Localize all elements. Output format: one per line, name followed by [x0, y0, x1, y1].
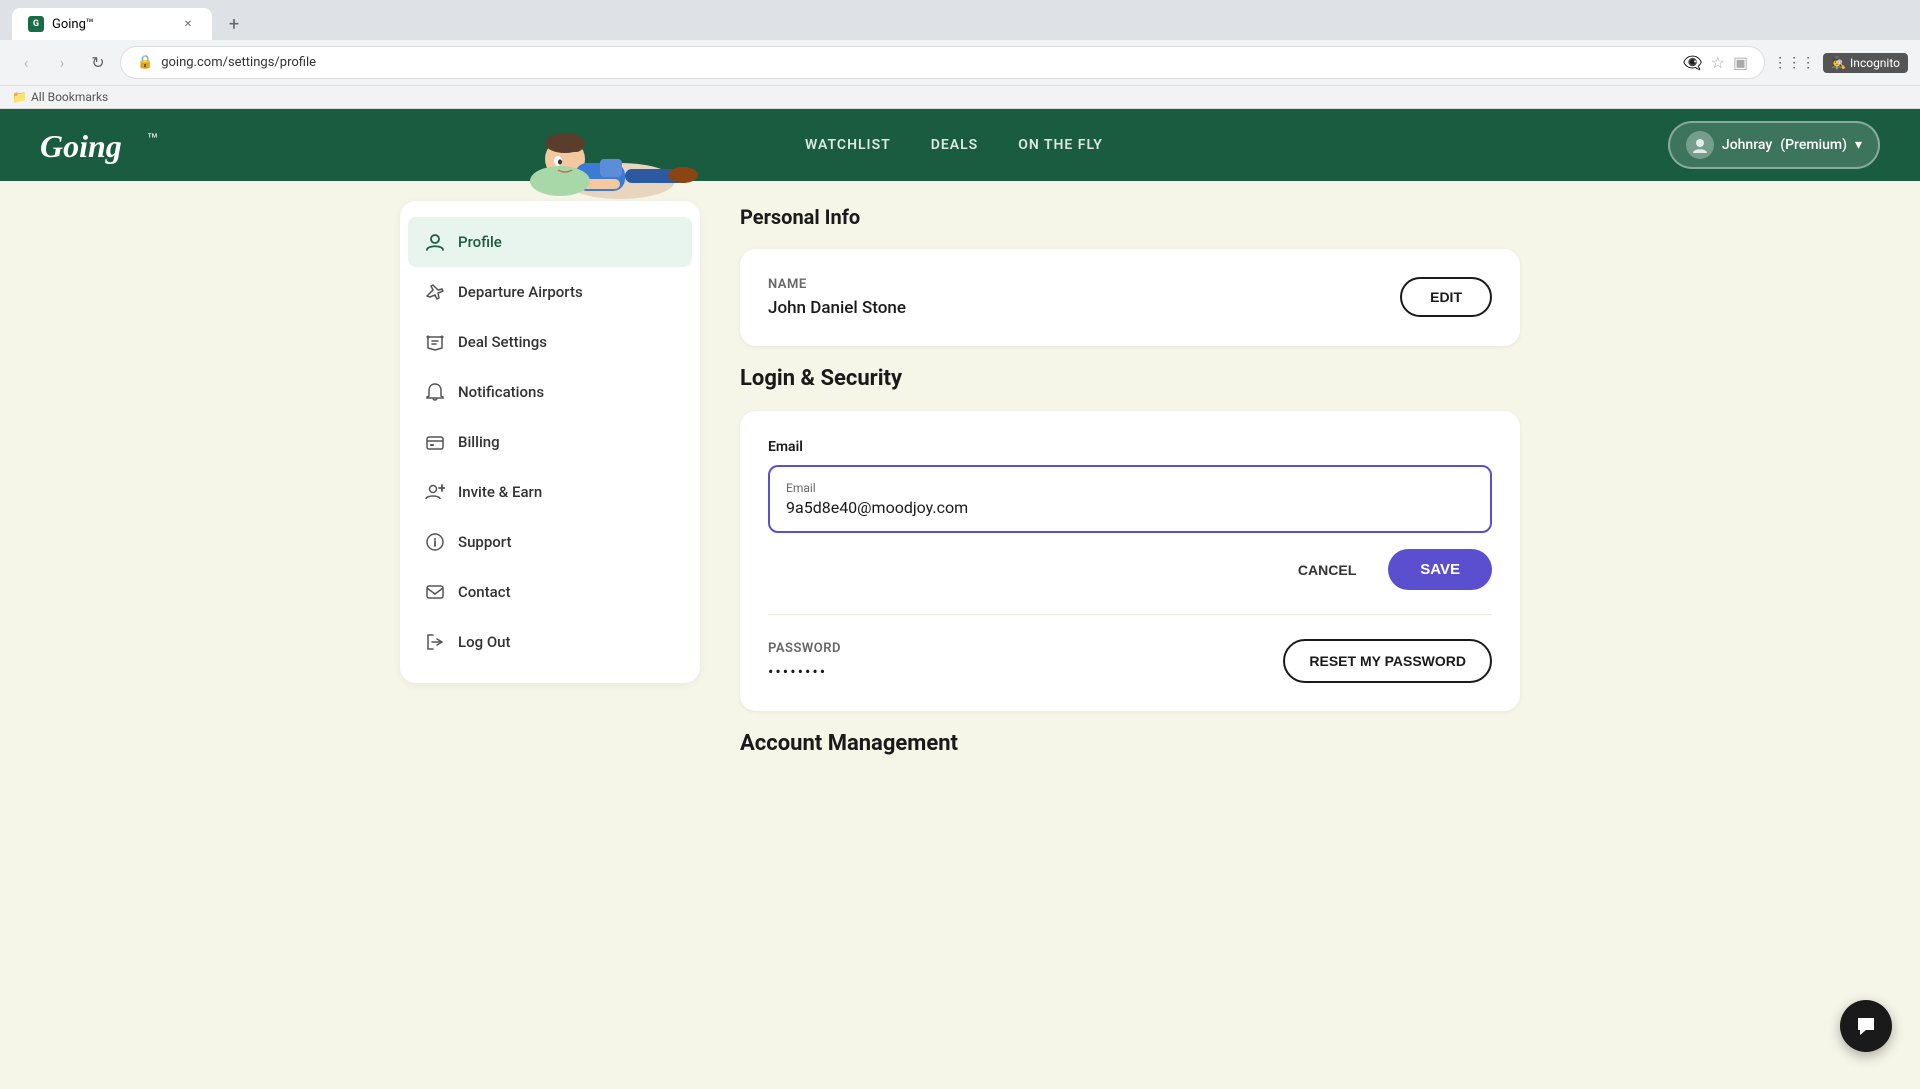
- support-icon: [424, 531, 446, 553]
- sidebar-item-deal-settings-label: Deal Settings: [458, 333, 547, 351]
- app-container: Going ™ WATCHLIST DEALS ON THE FLY Johnr…: [0, 109, 1920, 1089]
- sidebar-container: Profile Departure Airports Deal Settings: [400, 201, 700, 1089]
- chat-button[interactable]: [1840, 1000, 1892, 1052]
- new-tab-button[interactable]: +: [220, 10, 248, 38]
- notifications-icon: [424, 381, 446, 403]
- email-card: Email Email 9a5d8e40@moodjoy.com CANCEL …: [740, 411, 1520, 711]
- card-divider: [768, 614, 1492, 615]
- reset-password-button[interactable]: RESET MY PASSWORD: [1283, 639, 1492, 683]
- user-avatar: [1686, 131, 1714, 159]
- name-card: Name John Daniel Stone EDIT: [740, 249, 1520, 346]
- sidebar-item-departure-airports-label: Departure Airports: [458, 283, 583, 301]
- name-info: Name John Daniel Stone: [768, 277, 906, 318]
- sidebar-item-profile[interactable]: Profile: [408, 217, 692, 267]
- login-security-title: Login & Security: [740, 366, 1520, 391]
- sidebar-item-departure-airports[interactable]: Departure Airports: [400, 267, 700, 317]
- browser-right-icons: ⋮⋮⋮ 🕵 Incognito: [1773, 53, 1908, 73]
- sidebar-item-log-out-label: Log Out: [458, 633, 511, 651]
- email-input-wrapper[interactable]: Email 9a5d8e40@moodjoy.com: [768, 465, 1492, 533]
- name-label: Name: [768, 277, 906, 292]
- tab-title: Going™: [52, 17, 94, 32]
- url-display: going.com/settings/profile: [161, 55, 316, 70]
- billing-icon: [424, 431, 446, 453]
- tab-close-button[interactable]: ✕: [180, 16, 196, 32]
- sidebar-illustration: [510, 91, 720, 211]
- address-bar-icons: 👁‍🗨 ☆ ▣: [1683, 53, 1748, 72]
- logo[interactable]: Going ™: [40, 123, 180, 167]
- profile-icon: [424, 231, 446, 253]
- tab-favicon: G: [28, 16, 44, 32]
- sidebar: Profile Departure Airports Deal Settings: [400, 201, 700, 683]
- svg-text:Going: Going: [40, 128, 122, 164]
- email-field-section: Email Email 9a5d8e40@moodjoy.com CANCEL …: [768, 439, 1492, 590]
- user-menu-button[interactable]: Johnray (Premium) ▾: [1668, 121, 1880, 169]
- edit-name-button[interactable]: EDIT: [1400, 277, 1492, 317]
- sidebar-item-billing[interactable]: Billing: [400, 417, 700, 467]
- user-name: Johnray: [1722, 137, 1772, 153]
- user-chevron-icon: ▾: [1855, 137, 1862, 153]
- name-value: John Daniel Stone: [768, 298, 906, 318]
- sidebar-item-contact[interactable]: Contact: [400, 567, 700, 617]
- svg-text:™: ™: [147, 132, 158, 144]
- email-section-label: Email: [768, 439, 1492, 455]
- nav-deals[interactable]: DEALS: [931, 129, 978, 161]
- browser-title-bar: G Going™ ✕ +: [0, 0, 1920, 40]
- sidebar-item-support[interactable]: Support: [400, 517, 700, 567]
- password-label: Password: [768, 641, 841, 656]
- logo-svg: Going ™: [40, 123, 180, 167]
- sidebar-item-profile-label: Profile: [458, 233, 502, 251]
- invite-earn-icon: [424, 481, 446, 503]
- sidebar-item-notifications[interactable]: Notifications: [400, 367, 700, 417]
- browser-chrome: G Going™ ✕ + ‹ › ↻ 🔒 going.com/settings/…: [0, 0, 1920, 109]
- chat-icon: [1854, 1014, 1878, 1038]
- departure-airports-icon: [424, 281, 446, 303]
- main-content: Personal Info Name John Daniel Stone EDI…: [740, 181, 1520, 1089]
- email-input-value: 9a5d8e40@moodjoy.com: [786, 498, 1474, 517]
- app-header: Going ™ WATCHLIST DEALS ON THE FLY Johnr…: [0, 109, 1920, 181]
- sidebar-item-notifications-label: Notifications: [458, 383, 544, 401]
- password-row: Password •••••••• RESET MY PASSWORD: [768, 639, 1492, 683]
- sidebar-item-invite-earn-label: Invite & Earn: [458, 483, 542, 501]
- contact-icon: [424, 581, 446, 603]
- name-card-row: Name John Daniel Stone EDIT: [768, 277, 1492, 318]
- bookmarks-bar: 📁 All Bookmarks: [0, 85, 1920, 108]
- page-body: Profile Departure Airports Deal Settings: [360, 181, 1560, 1089]
- nav-watchlist[interactable]: WATCHLIST: [805, 129, 891, 161]
- browser-tab[interactable]: G Going™ ✕: [12, 8, 212, 40]
- sidebar-item-invite-earn[interactable]: Invite & Earn: [400, 467, 700, 517]
- nav-on-the-fly[interactable]: ON THE FLY: [1018, 129, 1103, 161]
- password-info: Password ••••••••: [768, 641, 841, 681]
- browser-controls: ‹ › ↻ 🔒 going.com/settings/profile 👁‍🗨 ☆…: [0, 40, 1920, 85]
- sidebar-item-contact-label: Contact: [458, 583, 511, 601]
- back-button[interactable]: ‹: [12, 49, 40, 77]
- password-value: ••••••••: [768, 662, 841, 681]
- sidebar-item-log-out[interactable]: Log Out: [400, 617, 700, 667]
- address-bar[interactable]: 🔒 going.com/settings/profile 👁‍🗨 ☆ ▣: [120, 46, 1765, 79]
- reload-button[interactable]: ↻: [84, 49, 112, 77]
- forward-button[interactable]: ›: [48, 49, 76, 77]
- email-input-label: Email: [786, 481, 1474, 495]
- personal-info-title: Personal Info: [740, 205, 1520, 229]
- email-action-row: CANCEL SAVE: [768, 549, 1492, 590]
- sidebar-item-deal-settings[interactable]: Deal Settings: [400, 317, 700, 367]
- sidebar-item-support-label: Support: [458, 533, 511, 551]
- incognito-button[interactable]: 🕵 Incognito: [1823, 53, 1908, 73]
- save-button[interactable]: SAVE: [1388, 549, 1492, 590]
- sidebar-item-billing-label: Billing: [458, 433, 500, 451]
- account-management-title: Account Management: [740, 731, 1520, 756]
- user-plan: (Premium): [1780, 137, 1847, 153]
- cancel-button[interactable]: CANCEL: [1282, 552, 1372, 588]
- main-nav: WATCHLIST DEALS ON THE FLY: [240, 129, 1668, 161]
- deal-settings-icon: [424, 331, 446, 353]
- log-out-icon: [424, 631, 446, 653]
